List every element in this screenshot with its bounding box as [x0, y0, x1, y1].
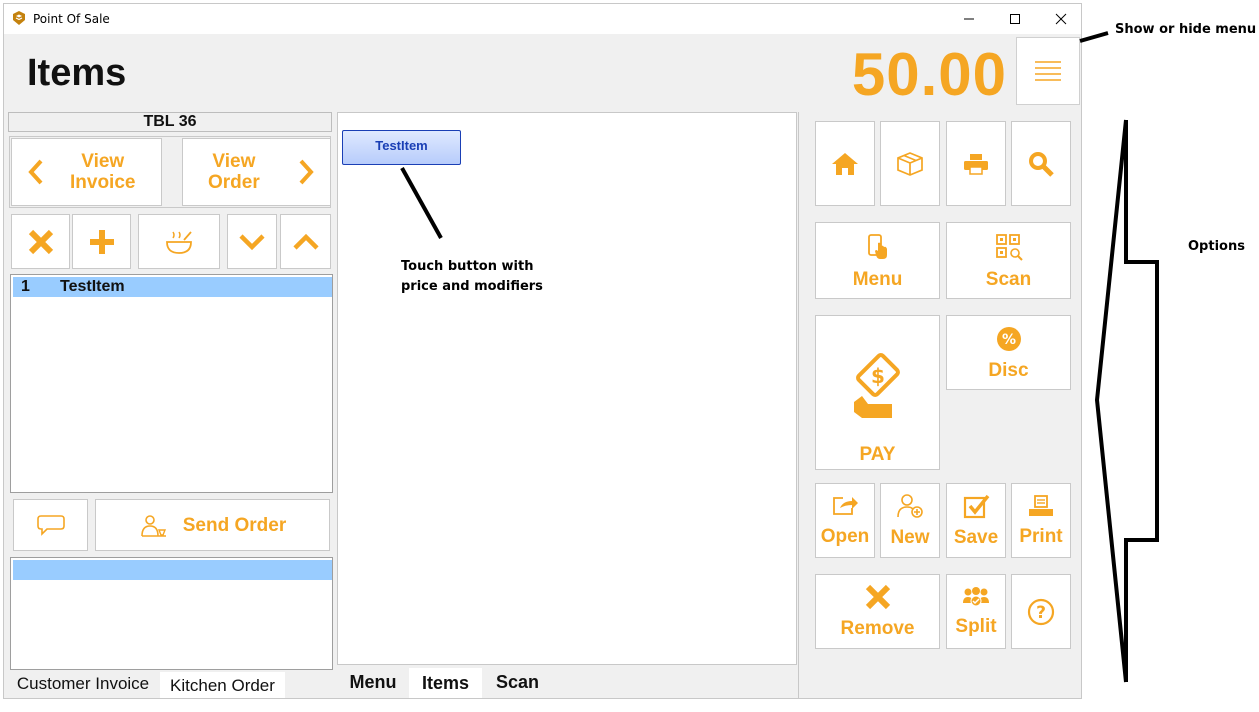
annotation-options: Options — [1188, 239, 1245, 254]
annotation-menu-toggle: Show or hide menu — [1115, 22, 1257, 37]
options-bracket-point — [1094, 119, 1128, 683]
annotation-touch-button: Touch button with price and modifiers — [401, 259, 543, 294]
menu-annotation-line — [1079, 31, 1109, 43]
options-bracket — [1124, 120, 1159, 682]
touch-button-annotation-line — [400, 167, 443, 239]
annotation-lines — [400, 31, 1159, 683]
